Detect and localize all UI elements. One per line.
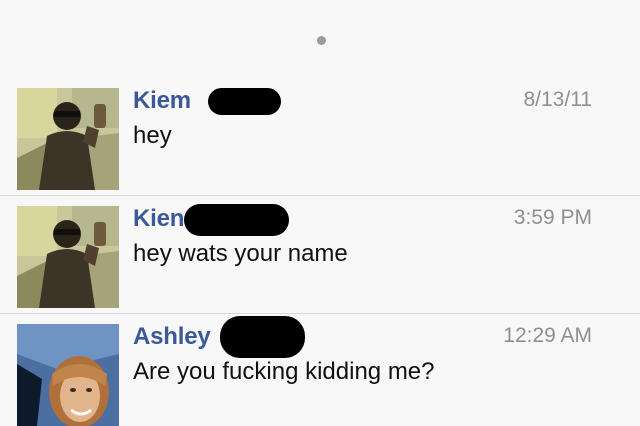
- sender-name: Ashley: [133, 323, 211, 350]
- conversation-row[interactable]: Kiem hey 8/13/11: [0, 78, 640, 196]
- message-timestamp: 8/13/11: [523, 88, 592, 111]
- selfie-photo-icon: [17, 88, 119, 190]
- conversation-row[interactable]: Kien hey wats your name 3:59 PM: [0, 196, 640, 314]
- conversation-row[interactable]: Ashley Are you fucking kidding me? 12:29…: [0, 314, 640, 426]
- profile-photo-icon: [17, 324, 119, 426]
- message-timestamp: 12:29 AM: [503, 324, 592, 347]
- message-preview: hey: [133, 122, 172, 149]
- message-preview: Are you fucking kidding me?: [133, 358, 435, 385]
- selfie-photo-icon: [17, 206, 119, 308]
- redaction-mark: [208, 88, 281, 115]
- message-inbox-screen: Kiem hey 8/13/11 Kien hey wats your name…: [0, 0, 640, 426]
- redaction-mark: [220, 316, 305, 358]
- sender-name: Kien: [133, 205, 185, 232]
- message-timestamp: 3:59 PM: [513, 206, 592, 229]
- sender-name: Kiem: [133, 87, 191, 114]
- message-preview: hey wats your name: [133, 240, 348, 267]
- page-indicator-dot: [317, 36, 326, 45]
- conversation-list: Kiem hey 8/13/11 Kien hey wats your name…: [0, 78, 640, 426]
- redaction-mark: [184, 204, 289, 236]
